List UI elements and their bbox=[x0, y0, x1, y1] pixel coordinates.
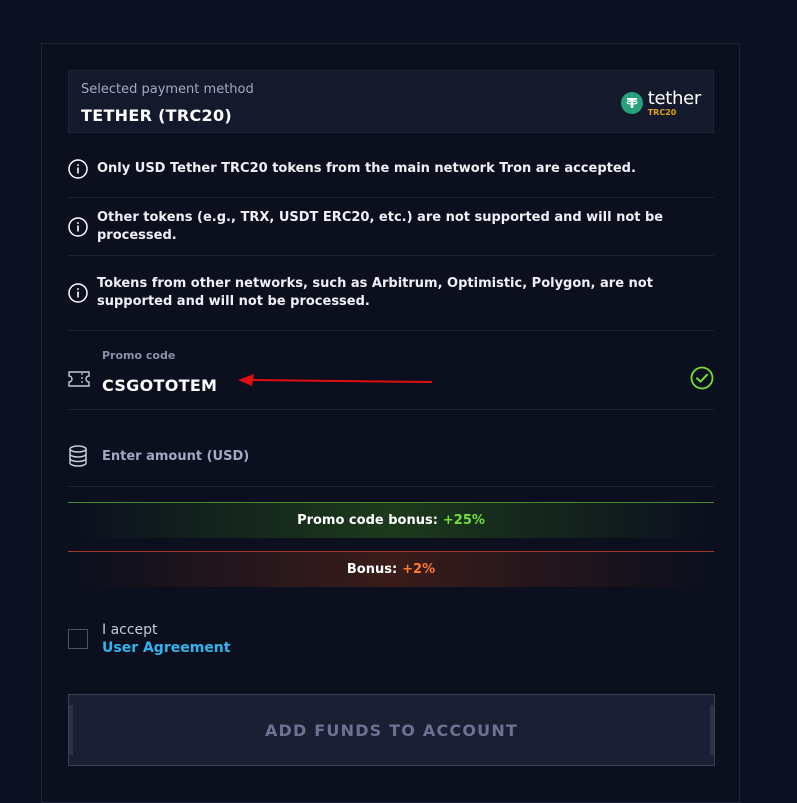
promo-bonus-banner: Promo code bonus: +25% bbox=[68, 502, 714, 538]
add-funds-button-label: ADD FUNDS TO ACCOUNT bbox=[264, 720, 519, 740]
amount-input[interactable] bbox=[102, 446, 662, 466]
notice-text: Only USD Tether TRC20 tokens from the ma… bbox=[97, 160, 636, 176]
button-notch-right bbox=[710, 705, 714, 755]
payment-method-box[interactable]: Selected payment method TETHER (TRC20) t… bbox=[68, 70, 714, 133]
tether-icon bbox=[620, 92, 643, 114]
agreement-checkbox[interactable] bbox=[68, 629, 88, 649]
payment-method-label: Selected payment method bbox=[81, 82, 254, 97]
promo-bonus-value: +25% bbox=[442, 513, 485, 528]
tether-logo-name: tether bbox=[647, 87, 702, 109]
deposit-bonus-label: Bonus: bbox=[346, 562, 398, 577]
promo-code-label: Promo code bbox=[102, 349, 176, 362]
check-circle-icon bbox=[690, 366, 714, 390]
user-agreement-link[interactable]: User Agreement bbox=[102, 640, 230, 656]
payment-method-value: TETHER (TRC20) bbox=[81, 106, 233, 125]
add-funds-button[interactable]: ADD FUNDS TO ACCOUNT bbox=[68, 694, 715, 766]
deposit-bonus-banner: Bonus: +2% bbox=[68, 551, 714, 587]
amount-field[interactable] bbox=[68, 410, 714, 487]
annotation-arrow bbox=[238, 374, 433, 386]
info-icon bbox=[68, 283, 88, 303]
tether-logo: tether TRC20 bbox=[620, 87, 702, 117]
button-notch-left bbox=[69, 705, 73, 755]
notice-item: Only USD Tether TRC20 tokens from the ma… bbox=[68, 140, 714, 198]
notice-item: Tokens from other networks, such as Arbi… bbox=[68, 256, 714, 330]
promo-code-value[interactable]: CSGOTOTEM bbox=[102, 376, 217, 395]
info-icon bbox=[68, 158, 88, 179]
notice-text: Other tokens (e.g., TRX, USDT ERC20, etc… bbox=[97, 209, 664, 243]
promo-code-field[interactable]: Promo code CSGOTOTEM bbox=[68, 330, 714, 410]
tether-logo-network: TRC20 bbox=[647, 107, 677, 117]
info-icon bbox=[68, 216, 88, 237]
coins-icon bbox=[69, 445, 87, 467]
promo-bonus-label: Promo code bonus: bbox=[297, 513, 438, 528]
notice-item: Other tokens (e.g., TRX, USDT ERC20, etc… bbox=[68, 198, 714, 256]
ticket-icon bbox=[68, 371, 90, 387]
agreement-text: I accept bbox=[102, 622, 158, 638]
notice-text: Tokens from other networks, such as Arbi… bbox=[97, 276, 653, 309]
deposit-bonus-value: +2% bbox=[402, 562, 436, 577]
